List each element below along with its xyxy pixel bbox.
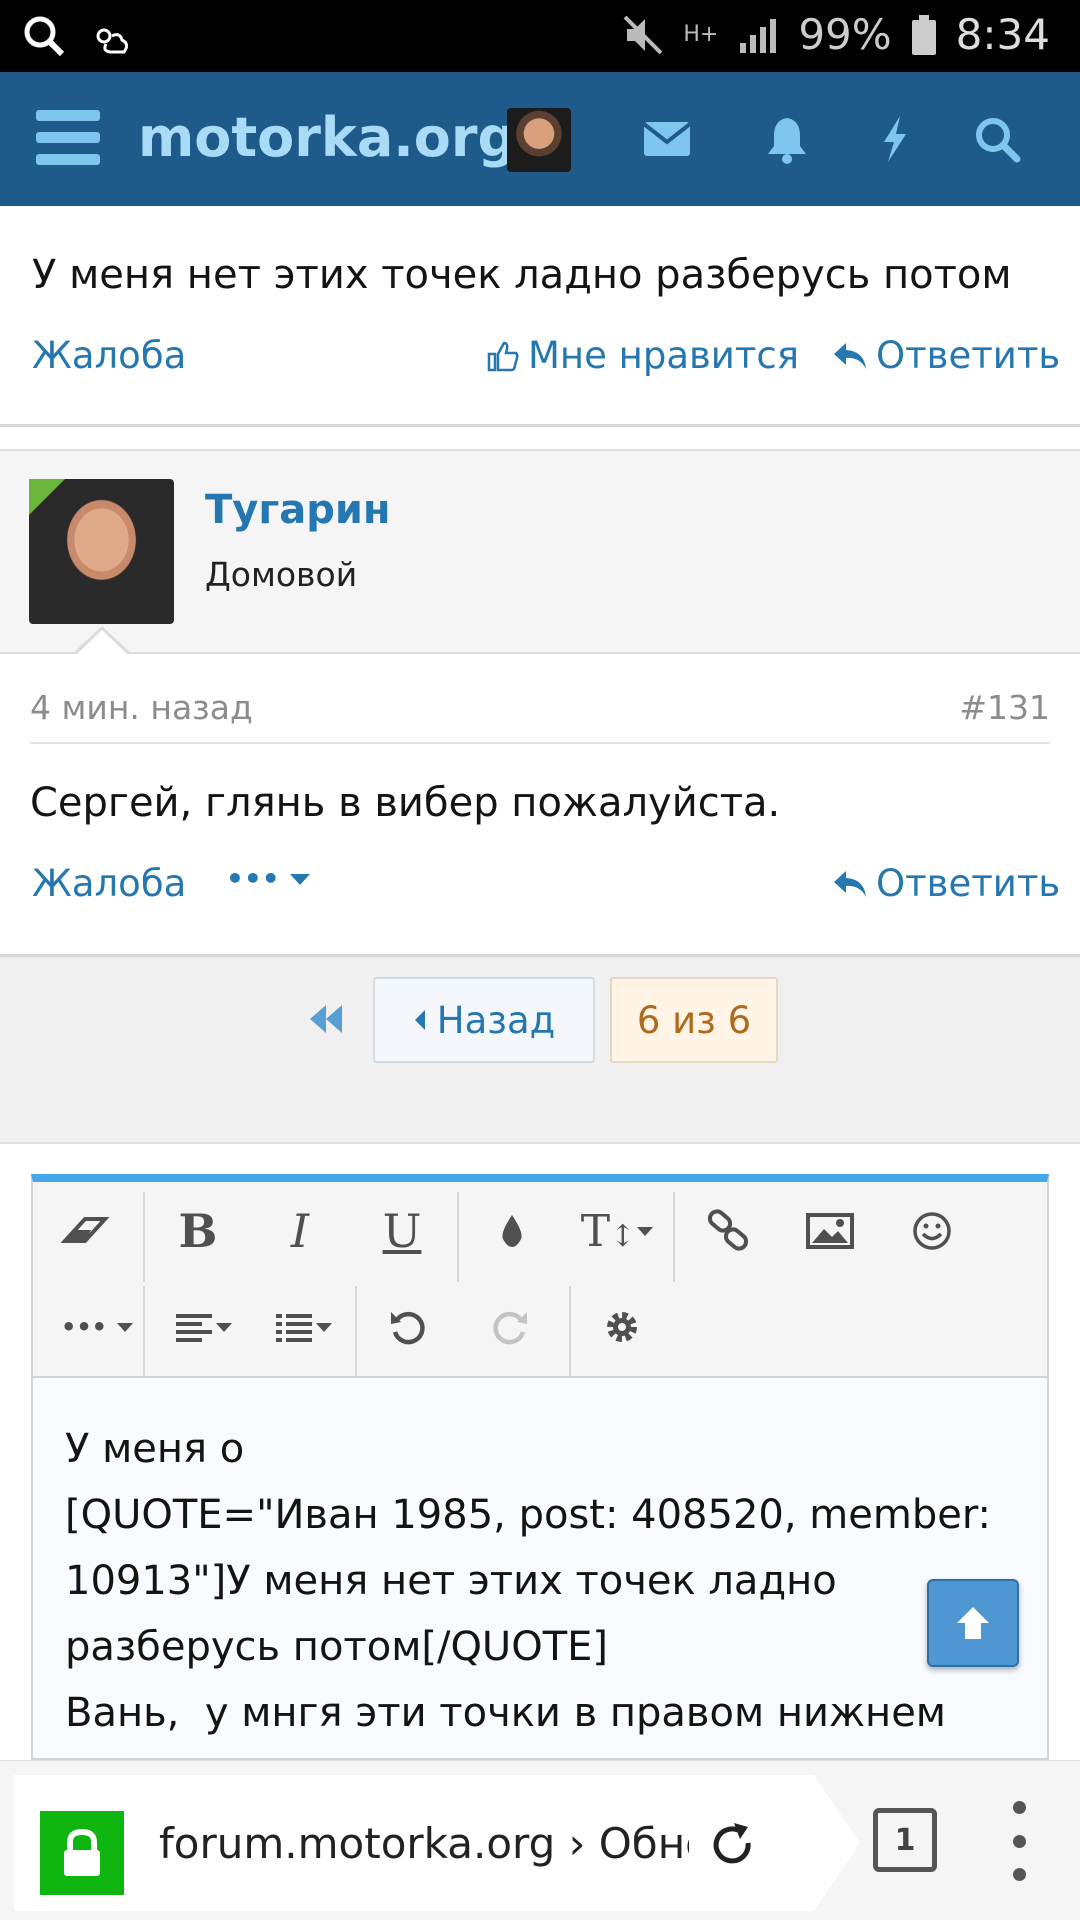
caret-left-icon	[414, 1010, 425, 1030]
toolbar-divider	[143, 1192, 145, 1282]
post-author-block: Тугарин Домовой	[0, 449, 1080, 654]
reply-link[interactable]: Ответить	[832, 334, 1060, 377]
prev-page-button[interactable]: Назад	[373, 977, 595, 1063]
toolbar-divider	[355, 1286, 357, 1376]
image-icon[interactable]	[795, 1196, 865, 1266]
divider	[0, 424, 1080, 427]
reply-label: Ответить	[876, 334, 1061, 377]
reload-icon[interactable]	[704, 1817, 760, 1873]
weather-icon	[96, 28, 129, 54]
scroll-to-top-button[interactable]	[927, 1579, 1019, 1667]
toolbar-divider	[673, 1192, 675, 1282]
battery-percent: 99%	[798, 10, 892, 59]
pagination: Назад 6 из 6	[0, 954, 1080, 1144]
site-logo[interactable]: motorka.org	[138, 106, 516, 169]
post-actions: Жалоба Мне нравится Ответить	[0, 334, 1080, 394]
post-message: У меня нет этих точек ладно разберусь по…	[32, 252, 1012, 298]
arrow-up-icon	[957, 1607, 989, 1639]
url-text[interactable]: forum.motorka.org › Обно	[159, 1819, 689, 1868]
bell-icon[interactable]	[760, 112, 814, 166]
align-icon[interactable]	[159, 1292, 249, 1362]
redo-icon[interactable]	[475, 1292, 545, 1362]
underline-icon[interactable]: U	[367, 1196, 437, 1266]
browser-bar: forum.motorka.org › Обно 1	[0, 1760, 1080, 1920]
signal-icon	[740, 18, 777, 53]
battery-icon	[911, 14, 936, 55]
editor-content[interactable]: У меня о [QUOTE="Иван 1985, post: 408520…	[65, 1416, 1025, 1746]
tab-switcher-button[interactable]: 1	[873, 1808, 937, 1872]
editor-toolbar: B I U T ↕ •••	[33, 1182, 1047, 1378]
user-avatar[interactable]	[507, 108, 571, 172]
post-actions: Жалоба ••• Ответить	[0, 862, 1080, 922]
reply-icon	[834, 870, 866, 897]
report-link[interactable]: Жалоба	[32, 334, 186, 377]
italic-icon[interactable]: I	[265, 1196, 335, 1266]
menu-icon[interactable]	[36, 110, 100, 166]
mute-icon	[623, 15, 663, 54]
current-page[interactable]: 6 из 6	[610, 977, 778, 1063]
author-title: Домовой	[205, 555, 358, 594]
overflow-menu-icon[interactable]	[1006, 1801, 1032, 1881]
network-type: H+	[683, 22, 719, 47]
status-bar: H+ 99% 8:34	[0, 0, 1080, 72]
undo-icon[interactable]	[373, 1292, 443, 1362]
like-link[interactable]: Мне нравится	[486, 334, 799, 377]
reply-label: Ответить	[876, 862, 1061, 905]
toolbar-divider	[569, 1286, 571, 1376]
author-avatar[interactable]	[29, 479, 174, 624]
app-header: motorka.org	[0, 72, 1080, 206]
more-label: •••	[226, 862, 280, 895]
first-page-icon[interactable]	[306, 999, 346, 1039]
thumbs-up-icon	[487, 341, 519, 371]
eraser-icon[interactable]	[51, 1196, 121, 1266]
author-pointer-fill	[75, 630, 129, 656]
gear-icon[interactable]	[587, 1292, 657, 1362]
toolbar-divider	[143, 1286, 145, 1376]
envelope-icon[interactable]	[640, 112, 694, 166]
reply-editor: B I U T ↕ ••• У меня о [QUOTE="Иван 1985…	[31, 1174, 1049, 1760]
post-number[interactable]: #131	[959, 688, 1050, 727]
font-size-icon[interactable]: T ↕	[573, 1196, 663, 1266]
post-meta: 4 мин. назад #131	[30, 688, 1050, 744]
search-icon[interactable]	[970, 112, 1024, 166]
lightning-icon[interactable]	[868, 112, 922, 166]
report-link[interactable]: Жалоба	[32, 862, 186, 905]
bold-icon[interactable]: B	[163, 1196, 233, 1266]
list-icon[interactable]	[259, 1292, 349, 1362]
prev-page-label: Назад	[436, 998, 556, 1042]
address-bar[interactable]: forum.motorka.org › Обно	[14, 1775, 860, 1911]
reply-icon	[834, 342, 866, 369]
author-name[interactable]: Тугарин	[205, 487, 391, 533]
post-message: Сергей, глянь в вибер пожалуйста.	[30, 780, 781, 826]
text-color-icon[interactable]	[477, 1196, 547, 1266]
more-options-icon[interactable]: •••	[53, 1292, 143, 1362]
toolbar-divider	[457, 1192, 459, 1282]
search-icon	[24, 16, 65, 57]
like-label: Мне нравится	[528, 334, 799, 377]
post-time[interactable]: 4 мин. назад	[30, 688, 253, 727]
reply-link[interactable]: Ответить	[832, 862, 1060, 905]
caret-down-icon	[289, 873, 310, 885]
clock: 8:34	[955, 10, 1050, 59]
link-icon[interactable]	[693, 1196, 763, 1266]
smiley-icon[interactable]	[897, 1196, 967, 1266]
lock-icon[interactable]	[40, 1811, 124, 1895]
more-menu[interactable]: •••	[226, 862, 312, 895]
